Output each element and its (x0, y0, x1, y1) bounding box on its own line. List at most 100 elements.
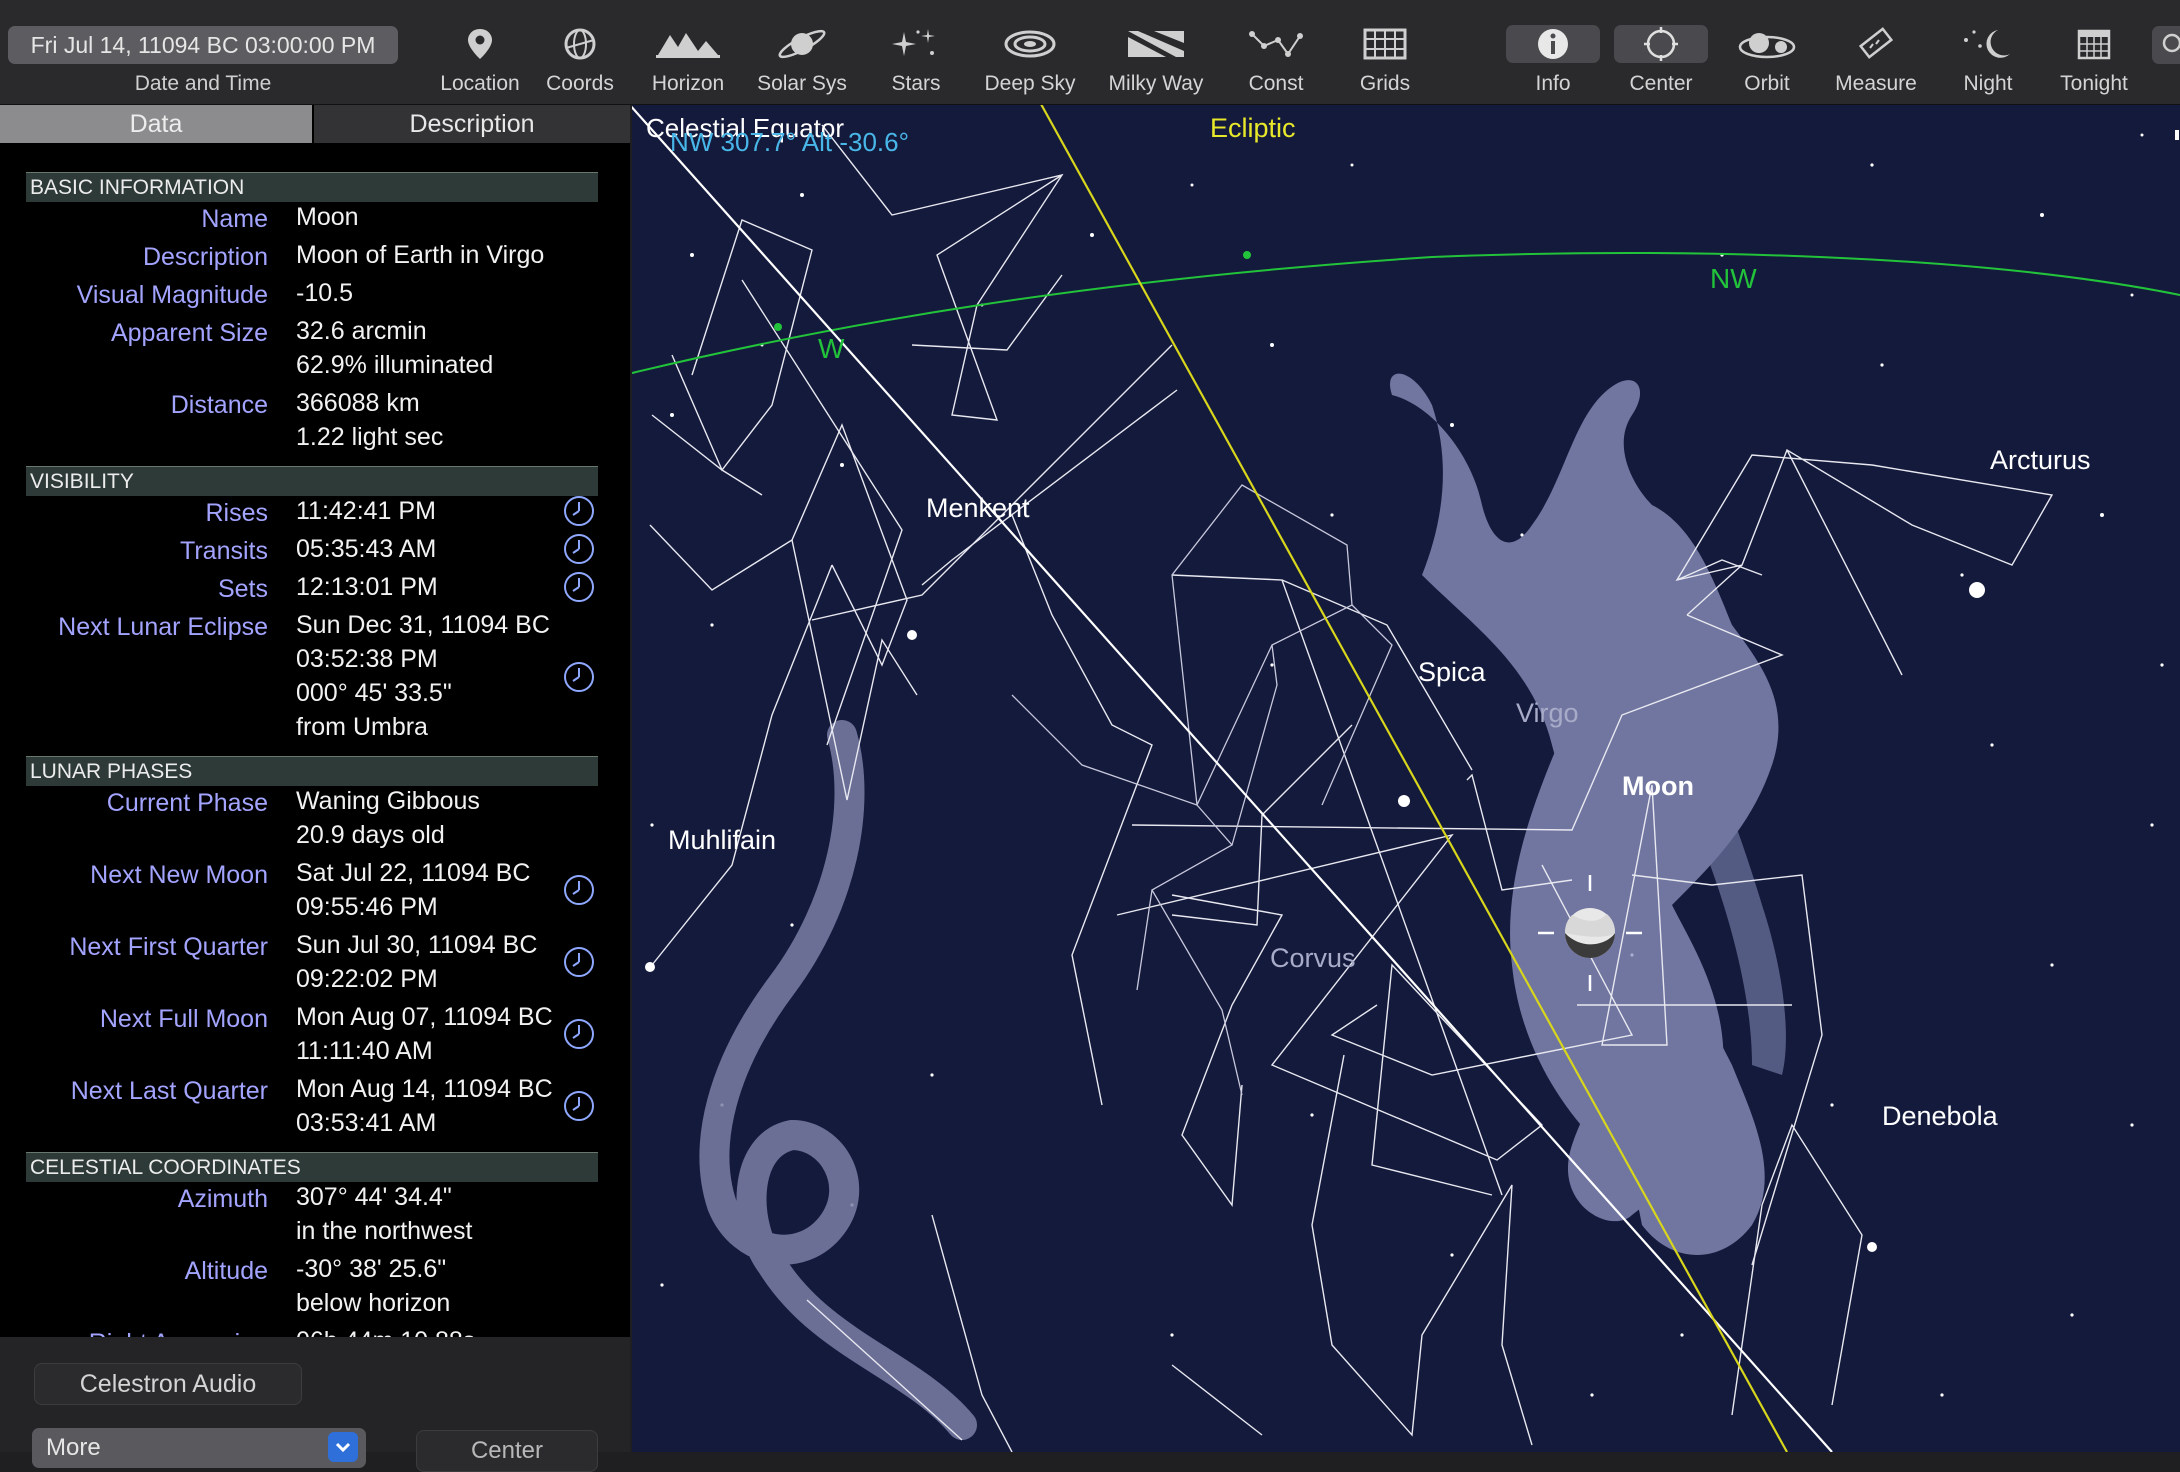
orbit-label: Orbit (1744, 72, 1790, 95)
tonight-label: Tonight (2060, 72, 2128, 95)
section-visibility: VISIBILITY (26, 466, 598, 496)
constellations-button[interactable]: Const (1226, 0, 1326, 104)
orbit-button[interactable]: Orbit (1720, 0, 1814, 104)
next-full-moon-label: Next Full Moon (99, 1005, 268, 1033)
location-button[interactable]: Location (430, 0, 530, 104)
celestron-audio-button[interactable]: Celestron Audio (34, 1363, 302, 1405)
sets-label: Sets (217, 575, 268, 603)
tonight-button[interactable]: Tonight (2044, 0, 2144, 104)
calendar-icon (2077, 29, 2111, 60)
azimuth-direction: in the northwest (296, 1217, 473, 1245)
more-select-arrow[interactable] (328, 1432, 358, 1462)
horizon-button[interactable]: Horizon (638, 0, 738, 104)
menkent-star (907, 630, 917, 640)
altitude-label: Altitude (184, 1257, 268, 1285)
horizon-line (632, 252, 2180, 374)
description-label: Description (142, 243, 268, 271)
constellation-icon (1249, 31, 1303, 57)
corvus-label: Corvus (1270, 943, 1356, 973)
next-full-moon-time: 11:11:40 AM (296, 1037, 433, 1065)
next-last-quarter-time: 03:53:41 AM (296, 1109, 437, 1137)
deep-sky-label: Deep Sky (984, 72, 1076, 95)
horizon-nw-label: NW (1710, 263, 1757, 294)
first-quarter-clock-icon[interactable] (563, 946, 595, 978)
sky-chart (632, 105, 2180, 1452)
next-first-quarter-label: Next First Quarter (69, 933, 268, 961)
illumination-value: 62.9% illuminated (296, 351, 494, 379)
stars-icon (892, 29, 935, 56)
next-new-moon-label: Next New Moon (90, 861, 268, 889)
center-toolbar-button[interactable]: Center (1614, 0, 1708, 104)
info-panel[interactable]: BASIC INFORMATION Name Moon Description … (0, 143, 630, 1440)
full-moon-clock-icon[interactable] (563, 1018, 595, 1050)
distance-label: Distance (170, 391, 268, 419)
transits-clock-icon[interactable] (563, 533, 595, 565)
grid-icon (1363, 28, 1407, 60)
coords-button[interactable]: Coords (530, 0, 630, 104)
visual-magnitude-label: Visual Magnitude (76, 281, 268, 309)
horizon-label: Horizon (651, 72, 725, 95)
lunar-eclipse-label: Next Lunar Eclipse (58, 613, 268, 641)
info-label: Info (1535, 72, 1571, 95)
coords-label: Coords (546, 72, 614, 95)
next-new-moon-date: Sat Jul 22, 11094 BC (296, 859, 531, 887)
apparent-size-value: 32.6 arcmin (296, 317, 427, 345)
moon-age-value: 20.9 days old (296, 821, 445, 849)
info-icon (1538, 29, 1568, 59)
menkent-label: Menkent (926, 493, 1030, 523)
stars-label: Stars (891, 72, 941, 95)
date-time-field[interactable]: Fri Jul 14, 11094 BC 03:00:00 PM (8, 26, 398, 64)
next-last-quarter-label: Next Last Quarter (70, 1077, 268, 1105)
apparent-size-label: Apparent Size (110, 319, 268, 347)
new-moon-clock-icon[interactable] (563, 874, 595, 906)
rises-clock-icon[interactable] (563, 495, 595, 527)
milky-way-button[interactable]: Milky Way (1106, 0, 1206, 104)
tab-description[interactable]: Description (314, 105, 630, 143)
next-first-quarter-date: Sun Jul 30, 11094 BC (296, 931, 538, 959)
sets-value: 12:13:01 PM (296, 573, 438, 601)
azimuth-value: 307° 44' 34.4" (296, 1183, 452, 1211)
measure-button[interactable]: Measure (1826, 0, 1926, 104)
solar-system-button[interactable]: Solar Sys (752, 0, 852, 104)
center-button[interactable]: Center (416, 1430, 598, 1472)
last-quarter-clock-icon[interactable] (563, 1090, 595, 1122)
deep-sky-button[interactable]: Deep Sky (980, 0, 1080, 104)
toolbar: Fri Jul 14, 11094 BC 03:00:00 PM Date an… (0, 0, 2180, 105)
current-phase-label: Current Phase (106, 789, 268, 817)
stars-button[interactable]: Stars (866, 0, 966, 104)
center-label: Center (1629, 72, 1693, 95)
location-label: Location (440, 72, 520, 95)
description-value: Moon of Earth in Virgo (296, 241, 545, 269)
sets-clock-icon[interactable] (563, 571, 595, 603)
sky-view[interactable]: Celestial Equator NW 307.7° Alt -30.6° E… (632, 105, 2180, 1452)
const-label: Const (1248, 72, 1304, 95)
eclipse-clock-icon[interactable] (563, 661, 595, 693)
next-last-quarter-date: Mon Aug 14, 11094 BC (296, 1075, 553, 1103)
horizon-icon (656, 33, 720, 58)
transits-value: 05:35:43 AM (296, 535, 437, 563)
azimuth-label: Azimuth (177, 1185, 268, 1213)
coords-icon (564, 28, 596, 60)
milky-way-icon (1128, 31, 1184, 57)
date-time-label: Date and Time (134, 72, 272, 95)
next-first-quarter-time: 09:22:02 PM (296, 965, 438, 993)
name-label: Name (201, 205, 268, 233)
tab-data[interactable]: Data (0, 105, 312, 143)
night-button[interactable]: Night (1938, 0, 2038, 104)
ruler-icon (1858, 27, 1894, 59)
next-full-moon-date: Mon Aug 07, 11094 BC (296, 1003, 553, 1031)
section-basic-information: BASIC INFORMATION (26, 172, 598, 202)
spica-label: Spica (1418, 657, 1486, 687)
lunar-eclipse-umbra: from Umbra (296, 713, 428, 741)
night-icon (1964, 30, 2010, 58)
center-icon (1644, 27, 1678, 61)
virgo-figure (1390, 373, 1786, 1255)
measure-label: Measure (1835, 72, 1917, 95)
grids-button[interactable]: Grids (1335, 0, 1435, 104)
horizon-w-marker (774, 323, 782, 331)
toolbar-search-edge[interactable] (2152, 26, 2180, 64)
horizon-w-label: W (818, 333, 845, 364)
more-select[interactable]: More (32, 1428, 366, 1468)
night-label: Night (1963, 72, 2013, 95)
info-button[interactable]: Info (1506, 0, 1600, 104)
